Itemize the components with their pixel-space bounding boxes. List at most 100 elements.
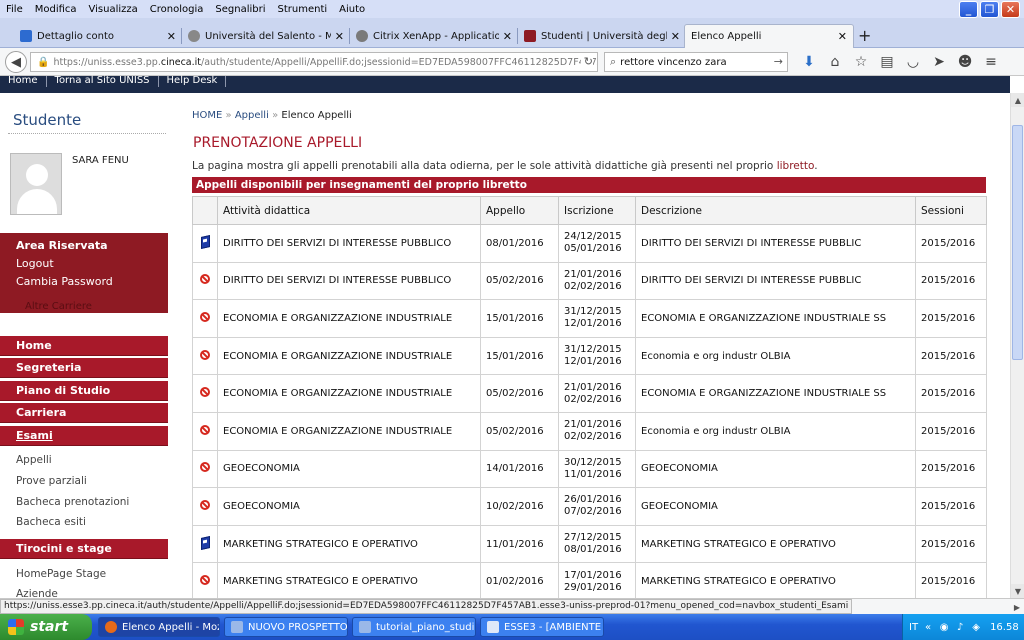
breadcrumb-separator: » — [272, 110, 279, 121]
maximize-icon[interactable]: ❐ — [980, 1, 999, 18]
sidebar-item-home[interactable]: Home — [0, 336, 168, 356]
scroll-down-arrow-icon[interactable]: ▼ — [1011, 584, 1024, 598]
close-tab-icon[interactable]: ✕ — [503, 30, 512, 43]
appello-date-cell: 05/02/2016 — [480, 261, 559, 301]
task-label: tutorial_piano_studi [... — [376, 621, 475, 633]
send-icon[interactable]: ➤ — [926, 52, 952, 72]
iscrizione-from: 21/01/2016 — [564, 419, 622, 431]
book-exam-icon[interactable] — [200, 535, 210, 550]
tray-chevron-icon[interactable]: « — [922, 621, 934, 633]
book-exam-icon[interactable] — [200, 234, 210, 249]
sidebar-item-segreteria[interactable]: Segreteria — [0, 358, 168, 378]
search-input[interactable]: ⌕ rettore vincenzo zara → — [604, 52, 788, 72]
sidebar-subitem-homepage-stage[interactable]: HomePage Stage — [16, 568, 106, 580]
iscrizione-to: 02/02/2016 — [564, 393, 622, 405]
iscrizione-from: 24/12/2015 — [564, 231, 622, 243]
taskbar-task-tutorial[interactable]: tutorial_piano_studi [... — [352, 617, 476, 637]
status-url: https://uniss.esse3.pp.cineca.it/auth/st… — [0, 599, 853, 614]
appello-date-cell: 11/01/2016 — [480, 524, 559, 564]
col-header-appello: Appello — [480, 196, 559, 225]
descrizione-cell: MARKETING STRATEGICO E OPERATIVO — [635, 562, 916, 598]
close-tab-icon[interactable]: ✕ — [167, 30, 176, 43]
menu-visualizza[interactable]: Visualizza — [83, 4, 144, 15]
table-row: ECONOMIA E ORGANIZZAZIONE INDUSTRIALE 05/… — [192, 411, 987, 451]
sidebar-item-tirocini[interactable]: Tirocini e stage — [0, 539, 168, 559]
sidebar-item-piano-di-studio[interactable]: Piano di Studio — [0, 381, 168, 401]
home-icon[interactable]: ⌂ — [822, 52, 848, 72]
scrollbar-thumb[interactable] — [1012, 125, 1023, 360]
reading-list-icon[interactable]: ▤ — [874, 52, 900, 72]
breadcrumb-appelli[interactable]: Appelli — [235, 110, 269, 121]
firefox-icon — [105, 621, 117, 633]
menu-aiuto[interactable]: Aiuto — [333, 4, 371, 15]
table-row: GEOECONOMIA 14/01/2016 30/12/2015 11/01/201… — [192, 449, 987, 489]
iscrizione-cell: 21/01/2016 02/02/2016 — [558, 411, 636, 451]
menu-segnalibri[interactable]: Segnalibri — [209, 4, 271, 15]
iscrizione-from: 21/01/2016 — [564, 268, 622, 280]
tab-elenco-appelli[interactable]: Elenco Appelli ✕ — [684, 24, 854, 48]
reload-icon[interactable]: ↻ — [580, 55, 593, 68]
attivita-cell: MARKETING STRATEGICO E OPERATIVO — [217, 524, 481, 564]
altre-carriere-link[interactable]: Altre Carriere — [25, 301, 92, 312]
language-indicator[interactable]: IT — [909, 622, 918, 633]
bookmark-star-icon[interactable]: ☆ — [848, 52, 874, 72]
scroll-right-arrow-icon[interactable]: ▶ — [1010, 600, 1024, 614]
menu-modifica[interactable]: Modifica — [29, 4, 83, 15]
pocket-icon[interactable]: ◡ — [900, 52, 926, 72]
taskbar-task-firefox[interactable]: Elenco Appelli - Mozill... — [98, 617, 220, 637]
site-link-helpdesk[interactable]: Help Desk — [159, 76, 227, 87]
address-bar[interactable]: 🔒 https://uniss.esse3.pp. cineca.it/auth/… — [30, 52, 598, 72]
taskbar-task-prospetto[interactable]: NUOVO PROSPETTO ... — [224, 617, 348, 637]
tab-citrix[interactable]: Citrix XenApp - Applications ✕ — [350, 24, 518, 48]
sidebar-subitem-prove-parziali[interactable]: Prove parziali — [16, 475, 87, 487]
security-icon[interactable]: ◈ — [970, 621, 982, 633]
search-icon: ⌕ — [610, 55, 617, 68]
change-password-link[interactable]: Cambia Password — [16, 275, 113, 288]
sidebar-subitem-bacheca-prenotazioni[interactable]: Bacheca prenotazioni — [16, 496, 129, 508]
vertical-scrollbar[interactable]: ▲ ▼ — [1010, 93, 1024, 598]
scroll-up-arrow-icon[interactable]: ▲ — [1011, 93, 1024, 107]
menu-file[interactable]: File — [0, 4, 29, 15]
site-link-uniss[interactable]: Torna al Sito UNISS — [47, 76, 159, 87]
volume-icon[interactable]: ♪ — [954, 621, 966, 633]
menu-strumenti[interactable]: Strumenti — [272, 4, 334, 15]
chat-icon[interactable]: ☻ — [952, 52, 978, 72]
iscrizione-cell: 17/01/2016 29/01/2016 — [558, 562, 636, 598]
tab-dettaglio-conto[interactable]: Dettaglio conto ✕ — [14, 24, 182, 48]
close-tab-icon[interactable]: ✕ — [671, 30, 680, 43]
sidebar-item-esami[interactable]: Esami — [0, 426, 168, 446]
iscrizione-cell: 27/12/2015 08/01/2016 — [558, 524, 636, 564]
start-button[interactable]: start — [0, 614, 92, 640]
sidebar-subitem-appelli[interactable]: Appelli — [16, 454, 52, 466]
sidebar-item-carriera[interactable]: Carriera — [0, 403, 168, 423]
menu-cronologia[interactable]: Cronologia — [144, 4, 210, 15]
minimize-icon[interactable]: _ — [959, 1, 978, 18]
descrizione-cell: DIRITTO DEI SERVIZI DI INTERESSE PUBBLIC — [635, 261, 916, 301]
site-link-home[interactable]: Home — [0, 76, 47, 87]
appello-date-cell: 08/01/2016 — [480, 224, 559, 263]
tab-universita-salento[interactable]: Università del Salento - Mater... ✕ — [182, 24, 350, 48]
status-bar: https://uniss.esse3.pp.cineca.it/auth/st… — [0, 598, 1024, 614]
close-tab-icon[interactable]: ✕ — [838, 30, 847, 43]
back-arrow-icon[interactable]: ◀ — [5, 51, 27, 73]
close-window-icon[interactable]: ✕ — [1001, 1, 1020, 18]
descrizione-cell: GEOECONOMIA — [635, 487, 916, 526]
navigation-bar: ◀ 🔒 https://uniss.esse3.pp. cineca.it/aut… — [0, 48, 1024, 76]
divider — [8, 133, 166, 134]
new-tab-icon[interactable]: + — [858, 26, 871, 45]
iscrizione-to: 12/01/2016 — [564, 318, 622, 330]
libretto-link[interactable]: libretto — [777, 160, 815, 172]
search-go-arrow-icon[interactable]: → — [774, 55, 783, 68]
attivita-cell: ECONOMIA E ORGANIZZAZIONE INDUSTRIALE — [217, 411, 481, 451]
appello-date-cell: 14/01/2016 — [480, 449, 559, 489]
logout-link[interactable]: Logout — [16, 257, 54, 270]
network-icon[interactable]: ◉ — [938, 621, 950, 633]
close-tab-icon[interactable]: ✕ — [335, 30, 344, 43]
breadcrumb-home[interactable]: HOME — [192, 110, 222, 121]
avatar — [10, 153, 62, 215]
download-icon[interactable]: ⬇ — [796, 52, 822, 72]
sidebar-subitem-bacheca-esiti[interactable]: Bacheca esiti — [16, 516, 86, 528]
tab-studenti-uniss[interactable]: Studenti | Università degli Stu... ✕ — [518, 24, 686, 48]
hamburger-menu-icon[interactable]: ≡ — [978, 52, 1004, 72]
taskbar-task-esse3[interactable]: ESSE3 - [AMBIENTE D... — [480, 617, 604, 637]
